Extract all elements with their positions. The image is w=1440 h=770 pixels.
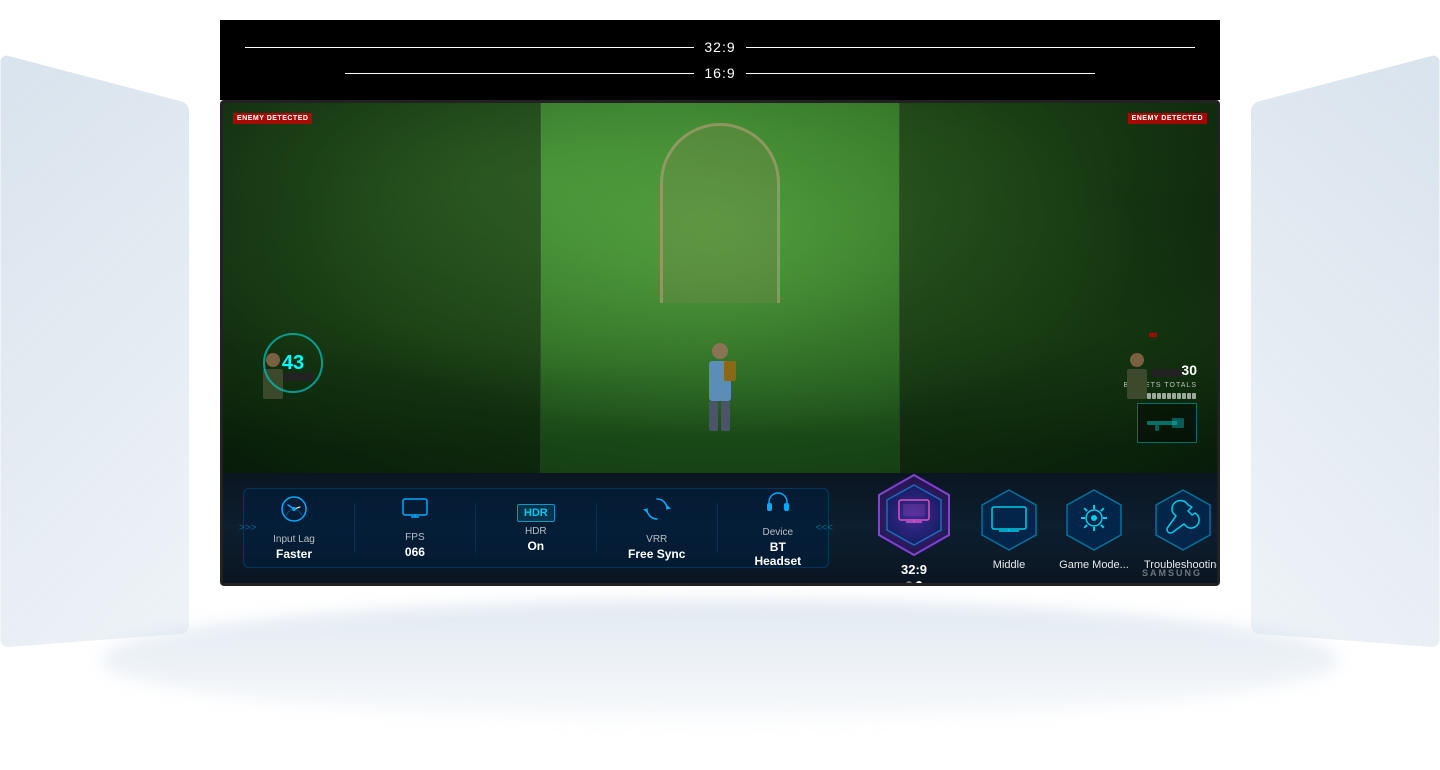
char-backpack [724,361,736,381]
input-lag-value: Faster [276,547,312,561]
enemy-detected-label-right: ENEMY DETECTED [1128,113,1207,124]
bullet-dot [1157,393,1161,399]
hex-middle-icon [974,485,1044,555]
hex-dot-1 [906,581,912,587]
device-label: Device [763,527,794,538]
player-character [700,343,740,443]
hdr-badge: HDR [517,504,555,522]
tv-wrapper: 32:9 16:9 ENEMY DETECTED [220,20,1220,586]
char-body [709,361,731,401]
hex-middle[interactable]: Middle [974,485,1044,571]
ratio-32-9-line: 32:9 [245,39,1195,55]
info-hdr[interactable]: HDR HDR On [506,504,566,553]
info-input-lag[interactable]: Input Lag Faster [264,495,324,561]
char-head [712,343,728,359]
bullet-dot [1162,393,1166,399]
weapon-icon [1147,413,1187,433]
game-hud-bar: Input Lag Faster FPS [223,473,1217,583]
hud-top-right: ENEMY DETECTED [1128,113,1207,124]
sep-2 [475,503,476,553]
hex-game-mode-svg [1059,485,1129,555]
bullet-dot [1177,393,1181,399]
hex-aspect-large [869,470,959,560]
samsung-logo: SAMSUNG [1142,568,1202,578]
hex-dots [906,581,922,587]
ratio-labels-area: 32:9 16:9 [220,20,1220,100]
bullet-dot [1182,393,1186,399]
ratio-32-9-label: 32:9 [704,39,735,55]
info-vrr[interactable]: VRR Free Sync [627,495,687,561]
glass-panel-right [1251,54,1440,648]
fps-number: 43 [282,352,304,375]
game-screen: ENEMY DETECTED 43 [223,103,1217,473]
hex-game-mode-icon [1059,485,1129,555]
hdr-label: HDR [525,526,547,537]
input-lag-label: Input Lag [273,534,315,545]
ratio-16-9-line: 16:9 [345,65,1095,81]
bullet-dot [1192,393,1196,399]
hex-aspect-label: 32:9 [901,562,927,577]
hex-troubleshooting-svg [1148,485,1218,555]
info-panel: Input Lag Faster FPS [243,488,829,568]
hex-game-mode[interactable]: Game Mode... [1059,485,1129,571]
ratio-16-9-label: 16:9 [704,65,735,81]
enemy-silhouette-right [1117,353,1157,413]
hex-middle-label: Middle [993,559,1025,571]
vrr-value: Free Sync [628,547,685,561]
hex-glow [874,475,954,555]
line-right-16 [746,73,1095,74]
char-legs [709,401,731,431]
device-value: BT Headset [748,540,808,568]
info-device[interactable]: Device BT Headset [748,488,808,568]
line-right-32 [746,47,1195,48]
sep-3 [596,503,597,553]
line-left-32 [245,47,694,48]
monitor-icon [401,497,429,528]
fps-circle: 43 [263,333,323,393]
glass-panel-bottom [100,600,1340,720]
hex-middle-svg [974,485,1044,555]
bullet-dot [1187,393,1191,399]
speedometer-icon [280,495,308,530]
enemy-gun-right [1152,369,1182,377]
bullets-count: 30 [1181,362,1197,378]
enemy-detected-label-left: ENEMY DETECTED [233,113,312,124]
bullet-dot [1167,393,1171,399]
scene-container: 32:9 16:9 ENEMY DETECTED [0,0,1440,770]
char-leg-right [721,401,730,431]
enemy-right [1117,353,1157,413]
vrr-label: VRR [646,534,667,545]
hex-troubleshooting-icon [1148,485,1218,555]
fps-value: 066 [405,545,425,559]
enemy-head-right [1130,353,1144,367]
hex-troubleshooting[interactable]: Troubleshooting [1144,485,1220,571]
bullet-dot [1172,393,1176,399]
glass-panel-left [0,54,189,648]
arch-center [660,123,780,303]
char-leg-left [709,401,718,431]
enemy-tag-right [1149,333,1157,337]
tv-body: ENEMY DETECTED 43 [220,100,1220,586]
hex-aspect-ratio[interactable]: 32:9 [869,470,959,587]
headphone-icon [764,488,792,523]
hex-dot-2 [916,581,922,587]
line-left-16 [345,73,694,74]
screen-panel-left: ENEMY DETECTED 43 [223,103,541,473]
hdr-value: On [527,539,544,553]
info-fps[interactable]: FPS 066 [385,497,445,559]
hud-top-left: ENEMY DETECTED [233,113,312,124]
hex-game-mode-label: Game Mode... [1059,559,1129,571]
screen-panel-right: ENEMY DETECTED 30 BULLETS TOTALS [899,103,1217,473]
sep-1 [354,503,355,553]
fps-label: FPS [405,532,424,543]
sync-icon [643,495,671,530]
enemy-body-right [1127,369,1147,399]
sep-4 [717,503,718,553]
